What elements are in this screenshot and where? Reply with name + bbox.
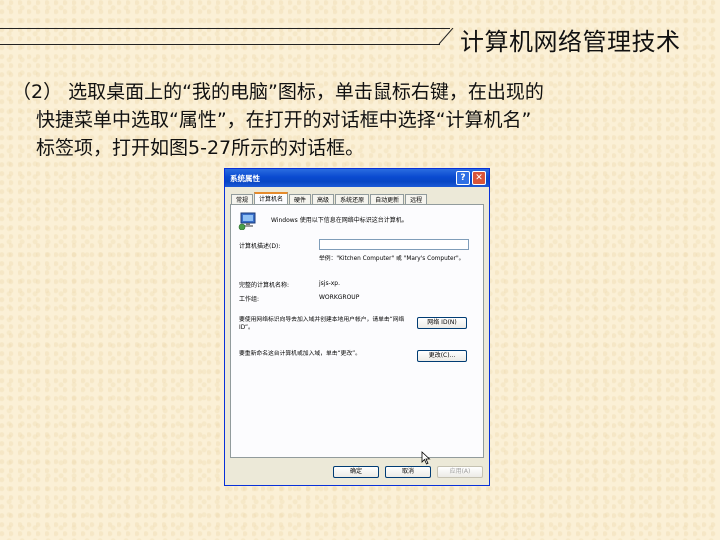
page-title: 计算机网络管理技术 <box>460 28 681 56</box>
example-text: 举例："Kitchen Computer" 或 "Mary's Computer… <box>319 256 465 262</box>
change-button[interactable]: 更改(C)... <box>417 350 467 362</box>
full-computer-name-value: jsjs-xp. <box>319 280 341 287</box>
instruction-line-3: 标签项，打开如图5-27所示的对话框。 <box>36 137 365 159</box>
dialog-titlebar: 系统属性 ? ✕ <box>225 169 489 187</box>
close-button[interactable]: ✕ <box>472 171 486 185</box>
network-computer-icon <box>238 212 256 230</box>
workgroup-label: 工作组: <box>239 296 260 303</box>
network-id-button[interactable]: 网络 ID(N) <box>417 317 467 329</box>
header-slash-decoration <box>438 28 454 44</box>
workgroup-value: WORKGROUP <box>319 294 360 301</box>
identification-description: Windows 使用以下信息在网络中标识这台计算机。 <box>271 217 408 224</box>
instruction-line-2: 快捷菜单中选取“属性”，在打开的对话框中选择“计算机名” <box>36 109 532 131</box>
computer-name-panel: Windows 使用以下信息在网络中标识这台计算机。 计算机描述(D): 举例：… <box>230 204 484 465</box>
header-rule-bottom <box>0 44 440 45</box>
apply-button[interactable]: 应用(A) <box>437 466 483 478</box>
help-button[interactable]: ? <box>456 171 470 185</box>
instruction-paragraph: （2） 选取桌面上的“我的电脑”图标，单击鼠标右键，在出现的 快捷菜单中选取“属… <box>12 78 712 162</box>
cancel-button[interactable]: 取消 <box>385 466 431 478</box>
dialog-tabs: 常规 计算机名 硬件 高级 系统还原 自动更新 远程 <box>231 191 428 207</box>
rename-instructions: 要重新命名这台计算机或加入域，单击“更改”。 <box>239 351 361 357</box>
computer-description-label: 计算机描述(D): <box>239 243 281 250</box>
system-properties-dialog: 系统属性 ? ✕ 常规 计算机名 硬件 高级 系统还原 自动更新 远程 Windows 使用… <box>224 168 490 486</box>
dialog-title: 系统属性 <box>230 174 260 183</box>
full-computer-name-label: 完整的计算机名称: <box>239 282 290 289</box>
ok-button[interactable]: 确定 <box>333 466 379 478</box>
instruction-line-1: （2） 选取桌面上的“我的电脑”图标，单击鼠标右键，在出现的 <box>12 81 544 103</box>
header-rule-top <box>0 28 450 29</box>
computer-description-input[interactable] <box>319 239 469 250</box>
network-id-instructions: 要使用网络标识向导去加入域并创建本地用户帐户，请单击“网络 ID”。 <box>239 317 405 331</box>
mouse-pointer-icon <box>421 451 431 465</box>
